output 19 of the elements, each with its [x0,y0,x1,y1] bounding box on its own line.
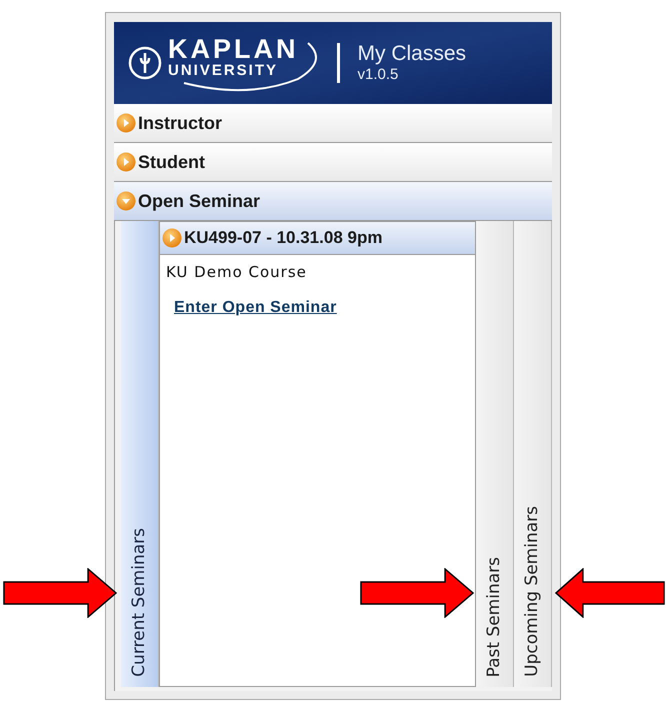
torch-logo-icon [128,46,162,80]
seminar-header[interactable]: KU499-07 - 10.31.08 9pm [160,222,475,255]
app-version: v1.0.5 [358,66,400,84]
accordion-header[interactable]: Open Seminar [114,182,552,221]
course-name: KU Demo Course [166,262,307,283]
accordion-header[interactable]: Instructor [114,104,552,143]
logo-wordmark: KAPLAN [168,35,298,63]
left-arrow-icon [555,568,665,618]
logo-subtitle: UNIVERSITY [168,63,280,79]
collapsed-bullet-icon [116,152,136,172]
collapsed-bullet-icon [116,113,136,133]
app-title: My Classes [358,42,466,66]
vertical-tab[interactable]: Current Seminars [121,221,159,687]
collapsed-bullet-icon [162,228,182,248]
right-arrow-icon [3,568,117,618]
right-arrow-icon [360,568,474,618]
accordion-header[interactable]: Student [114,143,552,182]
enter-seminar-link[interactable]: Enter Open Seminar [174,296,337,320]
expanded-bullet-icon [116,191,136,211]
